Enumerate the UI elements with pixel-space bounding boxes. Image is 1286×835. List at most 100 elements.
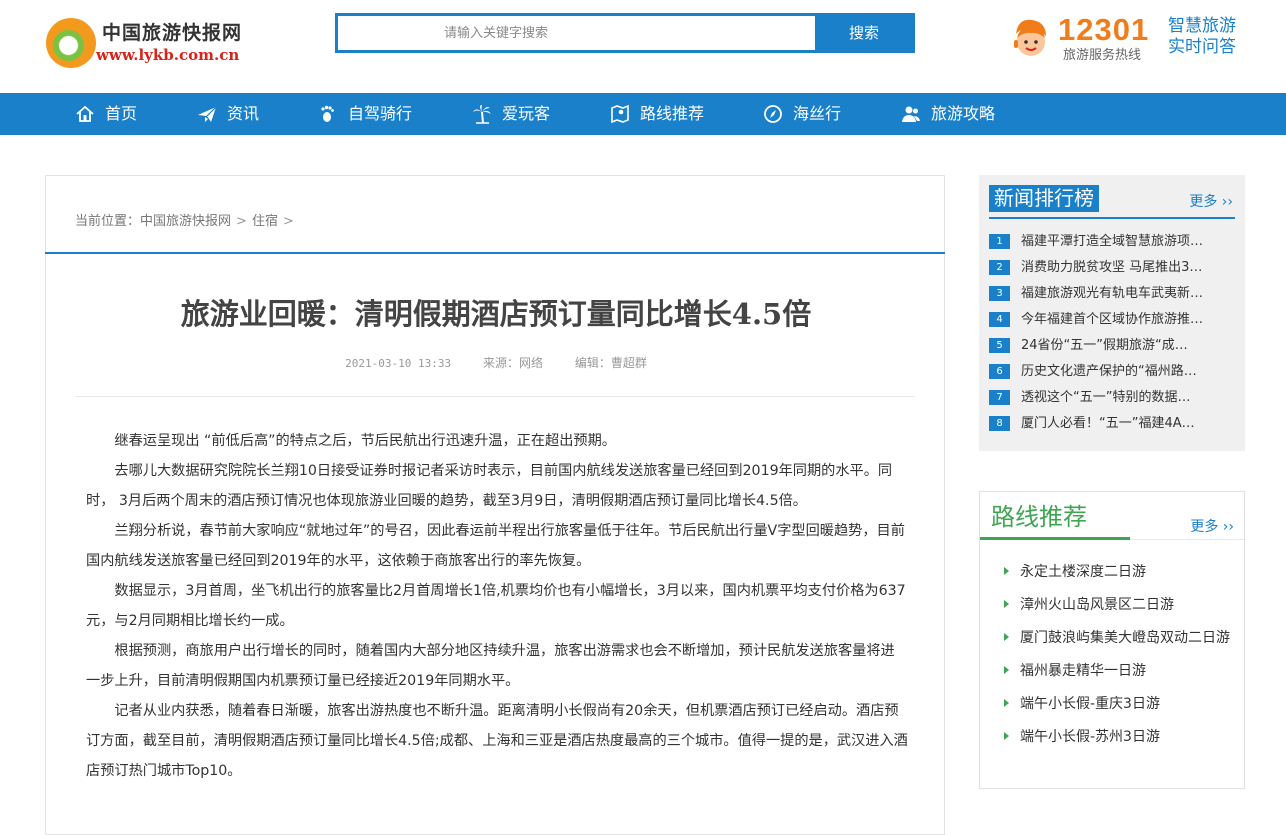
meta-divider: [76, 396, 914, 397]
service-mascot-icon: [1010, 16, 1050, 60]
triangle-bullet-icon: [1004, 600, 1009, 608]
route-title-underline: [980, 537, 1130, 540]
article-title: 旅游业回暖：清明假期酒店预订量同比增长4.5倍: [180, 297, 812, 331]
ranking-item[interactable]: 8 厦门人必看！“五一”福建4A…: [989, 414, 1239, 440]
ranking-number: 7: [989, 390, 1010, 405]
ranking-item[interactable]: 5 24省份“五一”假期旅游“成…: [989, 336, 1239, 362]
route-more-link[interactable]: 更多 ››: [1190, 516, 1234, 536]
nav-item-self-drive[interactable]: 自驾骑行: [318, 93, 412, 135]
nav-label: 自驾骑行: [348, 104, 413, 123]
site-logo[interactable]: 中国旅游快报网 www.lykb.com.cn: [46, 16, 256, 70]
ranking-number: 2: [989, 260, 1010, 275]
nav-label: 旅游攻略: [931, 104, 996, 123]
route-item[interactable]: 厦门鼓浪屿集美大嶝岛双动二日游: [1004, 625, 1244, 658]
route-link[interactable]: 厦门鼓浪屿集美大嶝岛双动二日游: [1020, 630, 1230, 646]
ranking-number: 1: [989, 234, 1010, 249]
route-list: 永定土楼深度二日游 漳州火山岛风景区二日游 厦门鼓浪屿集美大嶝岛双动二日游 福州…: [1004, 559, 1244, 757]
route-recommend-title: 路线推荐: [991, 503, 1087, 531]
article-paragraph: 数据显示，3月首周，坐飞机出行的旅客量比2月首周增长1倍,机票均价也有小幅增长，…: [86, 583, 906, 629]
ranking-number: 6: [989, 364, 1010, 379]
nav-item-play[interactable]: 爱玩客: [472, 93, 550, 135]
logo-url: www.lykb.com.cn: [96, 46, 240, 64]
smart-qa-line2: 实时问答: [1168, 37, 1236, 57]
ranking-item[interactable]: 1 福建平潭打造全域智慧旅游项…: [989, 232, 1239, 258]
news-ranking-header: 新闻排行榜 更多 ››: [989, 185, 1235, 219]
route-link[interactable]: 永定土楼深度二日游: [1020, 564, 1146, 580]
ranking-title[interactable]: 福建旅游观光有轨电车武夷新…: [1021, 284, 1217, 304]
article-body: 继春运呈现出 “前低后高”的特点之后，节后民航出行迅速升温，正在超出预期。 去哪…: [86, 426, 908, 786]
ranking-title[interactable]: 历史文化遗产保护的“福州路…: [1021, 362, 1217, 382]
article-paragraph: 兰翔分析说，春节前大家响应“就地过年”的号召，因此春运前半程出行旅客量低于往年。…: [86, 523, 905, 569]
nav-label: 爱玩客: [502, 104, 551, 123]
people-icon: [901, 104, 921, 124]
breadcrumb-separator: >: [282, 214, 294, 229]
ranking-item[interactable]: 6 历史文化遗产保护的“福州路…: [989, 362, 1239, 388]
nav-label: 资讯: [227, 104, 260, 123]
breadcrumb-separator: >: [236, 214, 247, 229]
ranking-title[interactable]: 消费助力脱贫攻坚 马尾推出3…: [1021, 258, 1217, 278]
news-ranking-list: 1 福建平潭打造全域智慧旅游项… 2 消费助力脱贫攻坚 马尾推出3… 3 福建旅游观光…: [989, 232, 1239, 440]
ranking-title[interactable]: 今年福建首个区域协作旅游推…: [1021, 310, 1217, 330]
ranking-item[interactable]: 2 消费助力脱贫攻坚 马尾推出3…: [989, 258, 1239, 284]
nav-label: 首页: [105, 104, 138, 123]
search-button[interactable]: 搜索: [815, 13, 913, 53]
nav-item-guides[interactable]: 旅游攻略: [901, 93, 995, 135]
footprint-icon: [318, 104, 338, 124]
article-paragraph: 继春运呈现出 “前低后高”的特点之后，节后民航出行迅速升温，正在超出预期。: [114, 433, 616, 449]
news-ranking-more-link[interactable]: 更多 ››: [1189, 191, 1233, 211]
search-bar: 搜索: [335, 13, 915, 53]
article-paragraph: 记者从业内获悉，随着春日渐暖，旅客出游热度也不断升温。距离清明小长假尚有20余天…: [86, 703, 908, 779]
logo-mark-icon: [46, 18, 96, 68]
compass-icon: [763, 104, 783, 124]
ranking-item[interactable]: 7 透视这个“五一”特别的数据…: [989, 388, 1239, 414]
route-link[interactable]: 端午小长假-重庆3日游: [1020, 696, 1160, 712]
ranking-number: 5: [989, 338, 1010, 353]
nav-item-home[interactable]: 首页: [75, 93, 137, 135]
triangle-bullet-icon: [1004, 666, 1009, 674]
news-ranking-box: 新闻排行榜 更多 ›› 1 福建平潭打造全域智慧旅游项… 2 消费助力脱贫攻坚 马尾…: [979, 175, 1245, 451]
route-link[interactable]: 端午小长假-苏州3日游: [1020, 729, 1160, 745]
breadcrumb-home[interactable]: 中国旅游快报网: [140, 214, 231, 229]
hotline-label: 旅游服务热线: [1063, 48, 1142, 63]
article-editor: 编辑：曹超群: [574, 356, 647, 370]
ranking-item[interactable]: 3 福建旅游观光有轨电车武夷新…: [989, 284, 1239, 310]
smart-qa-line1: 智慧旅游: [1168, 16, 1236, 36]
breadcrumb-prefix: 当前位置：: [75, 214, 141, 229]
triangle-bullet-icon: [1004, 699, 1009, 707]
triangle-bullet-icon: [1004, 567, 1009, 575]
article-source: 来源：网络: [482, 356, 543, 370]
route-item[interactable]: 端午小长假-重庆3日游: [1004, 691, 1244, 724]
hotline[interactable]: 12301 旅游服务热线 智慧旅游 实时问答: [1010, 12, 1250, 64]
article-date: 2021-03-10 13:33: [345, 357, 452, 370]
article-panel: 当前位置：中国旅游快报网 > 住宿 > 旅游业回暖：清明假期酒店预订量同比增长4.5倍…: [45, 175, 945, 835]
nav-item-news[interactable]: 资讯: [197, 93, 259, 135]
triangle-bullet-icon: [1004, 732, 1009, 740]
nav-item-silk-road[interactable]: 海丝行: [763, 93, 841, 135]
breadcrumb: 当前位置：中国旅游快报网 > 住宿 >: [75, 210, 299, 229]
breadcrumb-divider: [45, 252, 945, 254]
route-link[interactable]: 福州暴走精华一日游: [1020, 663, 1146, 679]
ranking-number: 4: [989, 312, 1010, 327]
smart-qa-link[interactable]: 智慧旅游 实时问答: [1168, 16, 1248, 58]
breadcrumb-category[interactable]: 住宿: [252, 214, 278, 229]
search-input[interactable]: [338, 16, 818, 50]
route-item[interactable]: 漳州火山岛风景区二日游: [1004, 592, 1244, 625]
ranking-title[interactable]: 厦门人必看！“五一”福建4A…: [1021, 414, 1217, 434]
article-paragraph: 去哪儿大数据研究院院长兰翔10日接受证券时报记者采访时表示，目前国内航线发送旅客…: [86, 463, 893, 509]
ranking-title[interactable]: 透视这个“五一”特别的数据…: [1021, 388, 1217, 408]
ranking-title[interactable]: 24省份“五一”假期旅游“成…: [1021, 336, 1217, 356]
route-link[interactable]: 漳州火山岛风景区二日游: [1020, 597, 1174, 613]
logo-title: 中国旅游快报网: [102, 22, 243, 44]
main-nav: 首页 资讯 自驾骑行 爱玩客 路线推荐 海丝行 旅游攻略: [0, 93, 1286, 135]
hotline-number: 12301: [1058, 12, 1150, 47]
ranking-title[interactable]: 福建平潭打造全域智慧旅游项…: [1021, 232, 1217, 252]
route-item[interactable]: 福州暴走精华一日游: [1004, 658, 1244, 691]
route-item[interactable]: 端午小长假-苏州3日游: [1004, 724, 1244, 757]
triangle-bullet-icon: [1004, 633, 1009, 641]
ranking-item[interactable]: 4 今年福建首个区域协作旅游推…: [989, 310, 1239, 336]
nav-item-routes[interactable]: 路线推荐: [610, 93, 704, 135]
route-recommend-box: 路线推荐 更多 ›› 永定土楼深度二日游 漳州火山岛风景区二日游 厦门鼓浪屿集美…: [979, 491, 1245, 789]
nav-label: 海丝行: [793, 104, 842, 123]
route-item[interactable]: 永定土楼深度二日游: [1004, 559, 1244, 592]
nav-label: 路线推荐: [640, 104, 705, 123]
